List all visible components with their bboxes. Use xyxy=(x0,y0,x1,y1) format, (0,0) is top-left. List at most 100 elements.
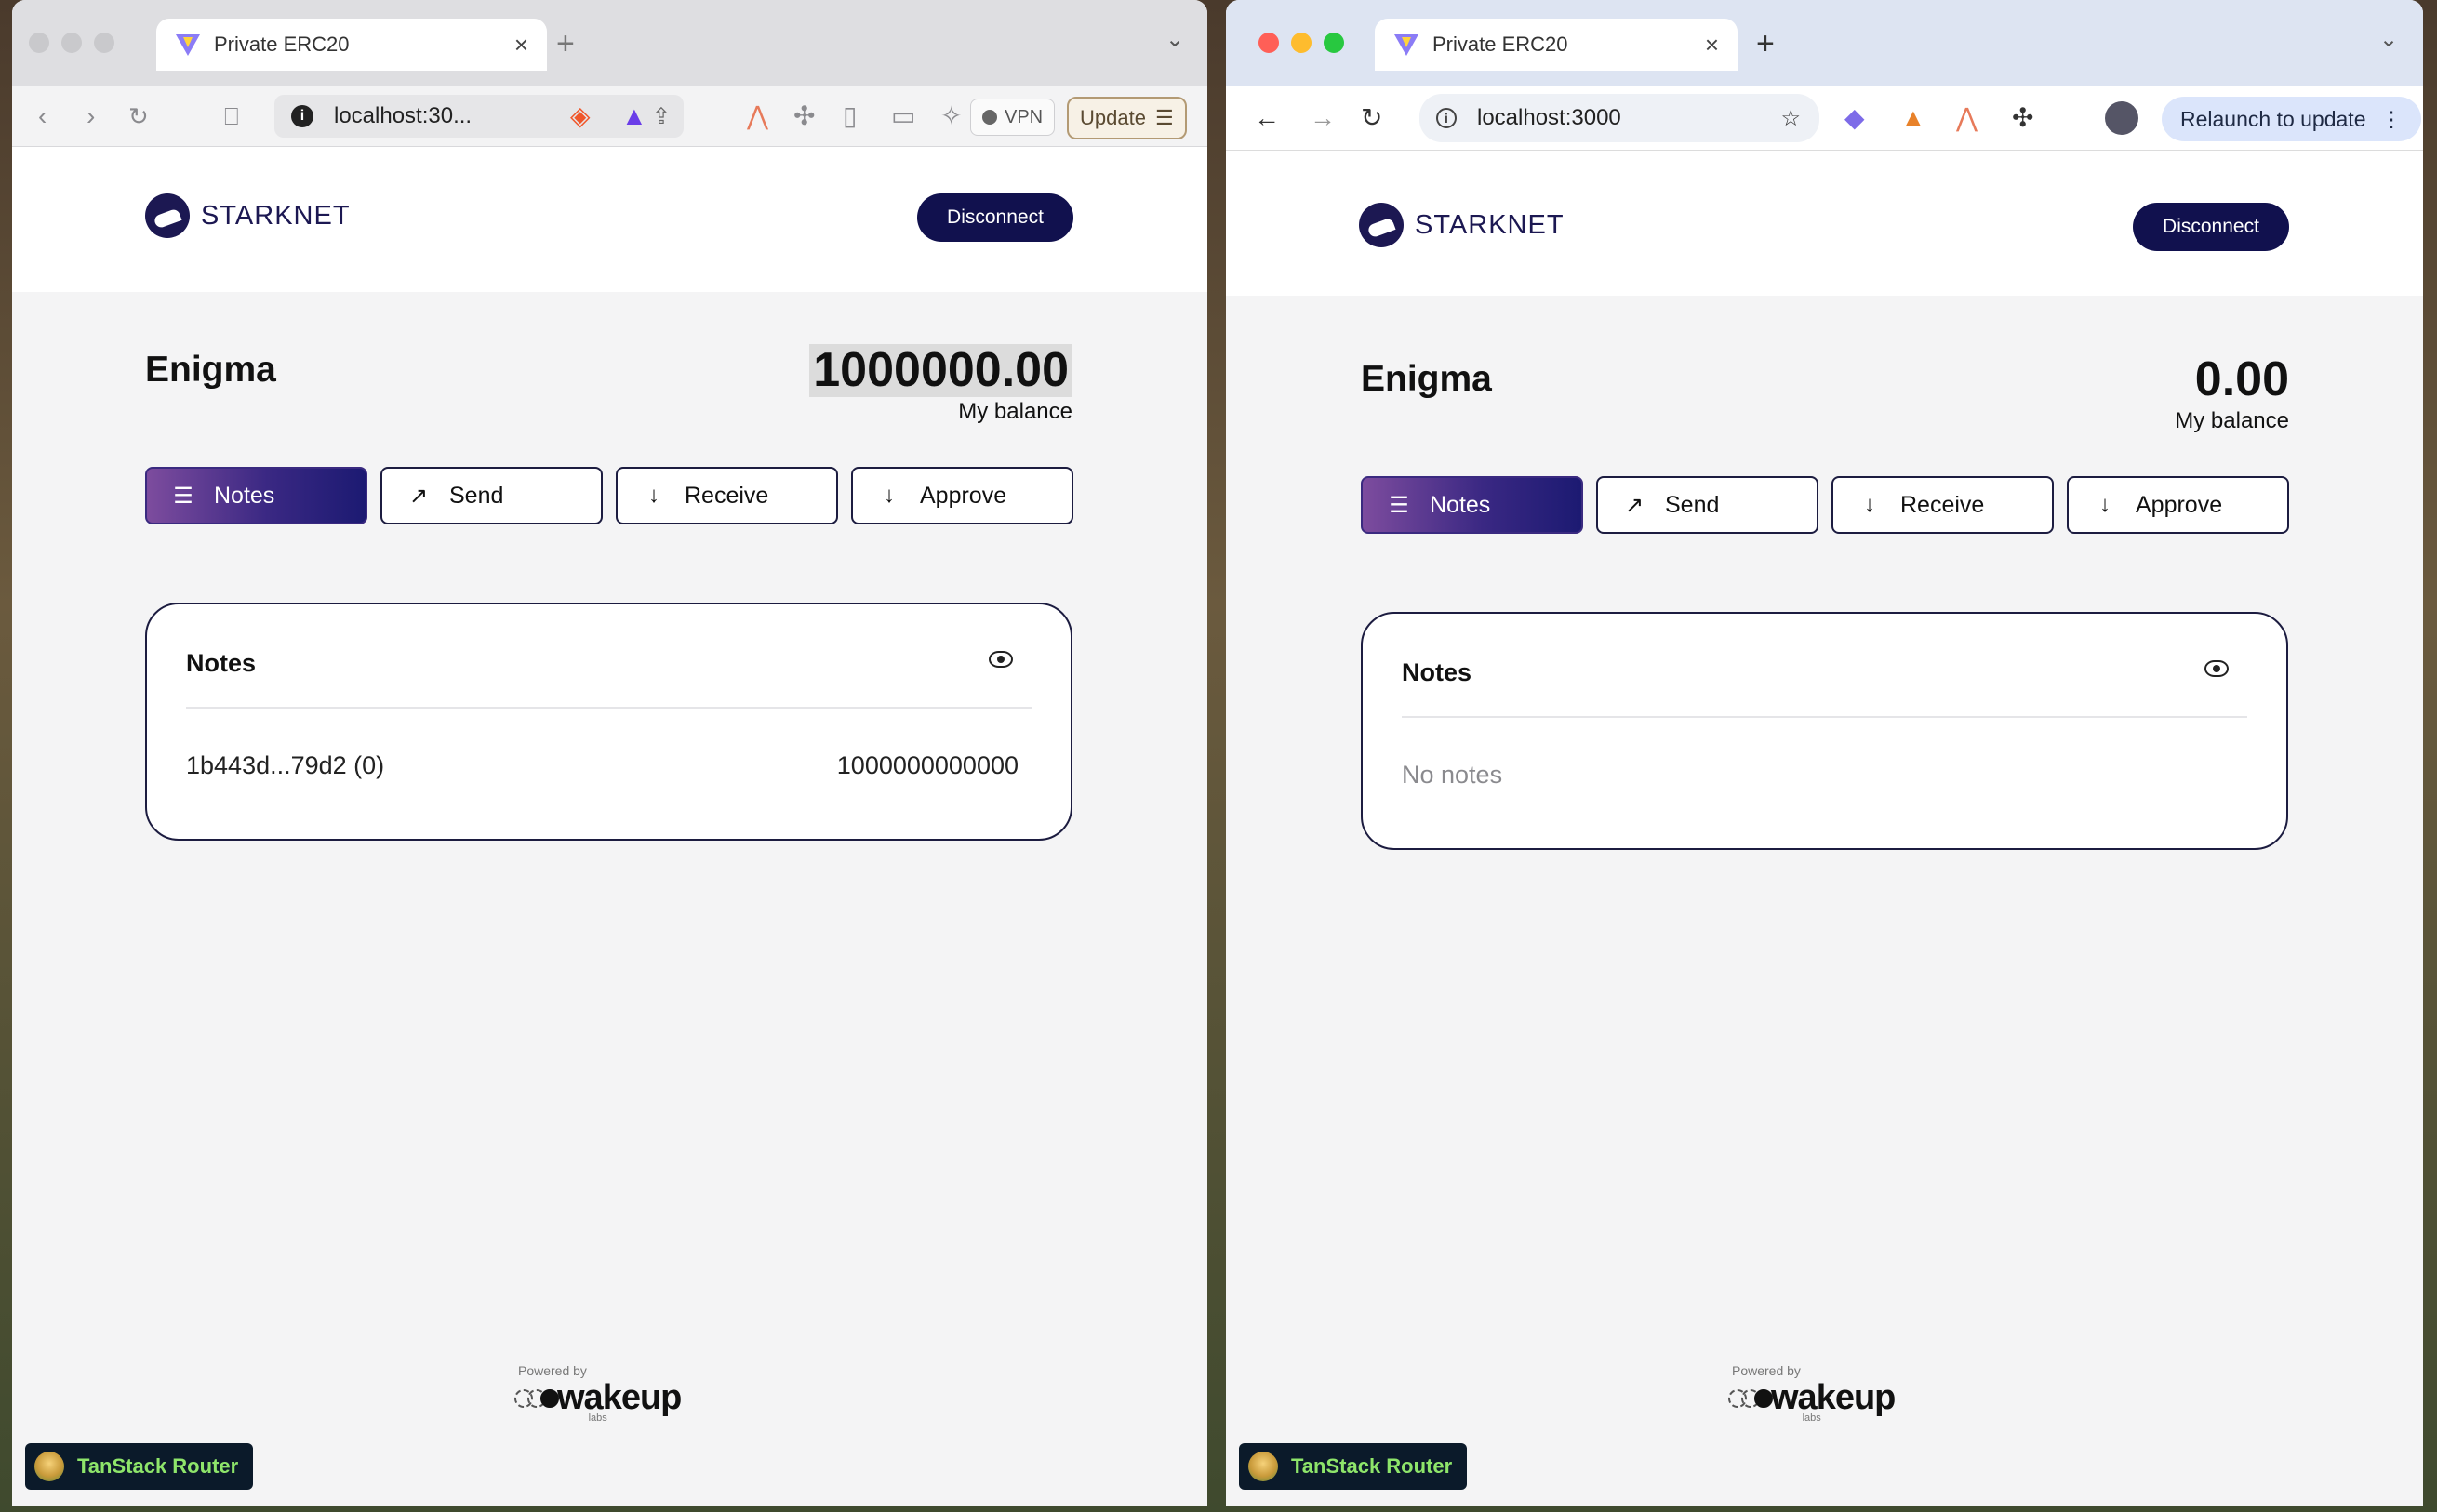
vite-icon xyxy=(1394,34,1418,56)
starknet-logo: STARKNET xyxy=(145,193,351,238)
zoom-window-button[interactable] xyxy=(1324,33,1344,53)
url-text: localhost:3000 xyxy=(1477,105,1621,130)
vpn-button[interactable]: VPN xyxy=(970,99,1056,136)
tab-receive[interactable]: ↓ Receive xyxy=(616,467,838,524)
brave-shields-icon[interactable]: ◈ xyxy=(570,102,591,129)
tab-search-chevron-icon[interactable]: ⌄ xyxy=(1165,26,1184,53)
arrow-up-right-icon: ↗ xyxy=(1624,492,1645,518)
eye-icon[interactable] xyxy=(989,651,1013,668)
extensions-puzzle-icon[interactable]: ✣ xyxy=(2012,104,2033,131)
browser-tab[interactable]: Private ERC20 × xyxy=(156,19,547,71)
app-header: STARKNET Disconnect xyxy=(1226,151,2423,296)
tanstack-logo-icon xyxy=(1248,1452,1278,1481)
tanstack-label: TanStack Router xyxy=(77,1454,239,1478)
tab-strip: Private ERC20 × + ⌄ xyxy=(1226,0,2423,86)
notes-card: Notes 1b443d...79d2 (0) 1000000000000 xyxy=(145,603,1072,841)
arrow-down-icon: ↓ xyxy=(1864,492,1875,517)
extension-icon[interactable]: ⋀ xyxy=(1956,104,1978,131)
notes-heading: Notes xyxy=(1402,658,1472,686)
reload-icon[interactable]: ↻ xyxy=(128,104,149,128)
update-menu-button[interactable]: Update ☰ xyxy=(1067,97,1187,139)
update-label: Update xyxy=(1080,106,1146,129)
brand-name: STARKNET xyxy=(1415,209,1565,240)
browser-tab[interactable]: Private ERC20 × xyxy=(1375,19,1738,71)
tanstack-label: TanStack Router xyxy=(1291,1454,1453,1478)
share-icon[interactable]: ⇪ xyxy=(652,103,671,130)
reload-icon[interactable]: ↻ xyxy=(1361,104,1382,131)
tab-approve[interactable]: ↓ Approve xyxy=(2067,476,2289,534)
close-window-button[interactable] xyxy=(29,33,49,53)
close-tab-icon[interactable]: × xyxy=(514,31,528,60)
profile-avatar[interactable] xyxy=(2105,100,2138,135)
new-tab-button[interactable]: + xyxy=(556,26,575,62)
notes-heading: Notes xyxy=(186,649,257,677)
new-tab-button[interactable]: + xyxy=(1756,26,1775,62)
extension-icon[interactable]: ◆ xyxy=(1844,104,1865,131)
site-info-icon[interactable]: i xyxy=(291,105,313,127)
forward-icon[interactable]: → xyxy=(1310,104,1336,131)
tab-receive[interactable]: ↓ Receive xyxy=(1831,476,2054,534)
url-text: localhost:30... xyxy=(334,103,473,128)
bookmark-star-icon[interactable]: ☆ xyxy=(1780,105,1801,132)
metamask-icon[interactable]: ▲ xyxy=(1900,104,1926,131)
balance-display: 1000000.00 My balance xyxy=(809,343,1072,425)
tab-notes[interactable]: ☰ Notes xyxy=(1361,476,1583,534)
window-controls xyxy=(1258,33,1344,53)
tab-approve-label: Approve xyxy=(2136,491,2223,518)
window-controls xyxy=(29,33,114,53)
balance-amount: 0.00 xyxy=(2194,352,2289,406)
tab-send[interactable]: ↗ Send xyxy=(1596,476,1818,534)
powered-by-label: Powered by xyxy=(1732,1363,1801,1378)
tab-send[interactable]: ↗ Send xyxy=(380,467,603,524)
close-tab-icon[interactable]: × xyxy=(1705,31,1719,60)
wakeup-rings-icon xyxy=(514,1388,559,1408)
powered-by-label: Powered by xyxy=(518,1363,587,1378)
back-icon[interactable]: ← xyxy=(1254,104,1280,131)
zoom-window-button[interactable] xyxy=(94,33,114,53)
tanstack-devtools-button[interactable]: TanStack Router xyxy=(25,1443,254,1490)
wallet-icon[interactable]: ▭ xyxy=(891,102,915,129)
wakeup-brand: wakeup xyxy=(557,1378,682,1417)
brave-rewards-icon[interactable]: ▲ xyxy=(621,102,647,129)
tanstack-devtools-button[interactable]: TanStack Router xyxy=(1239,1443,1468,1490)
tab-send-label: Send xyxy=(449,482,504,509)
page-title: Enigma xyxy=(1361,359,1492,399)
close-window-button[interactable] xyxy=(1258,33,1279,53)
tab-title: Private ERC20 xyxy=(1432,33,1568,56)
minimize-window-button[interactable] xyxy=(61,33,82,53)
list-icon: ☰ xyxy=(1389,492,1409,518)
tab-notes[interactable]: ☰ Notes xyxy=(145,467,367,524)
arrow-down-icon: ↓ xyxy=(648,483,659,508)
address-bar[interactable]: i localhost:3000 ☆ xyxy=(1419,94,1819,142)
tab-search-chevron-icon[interactable]: ⌄ xyxy=(2379,26,2398,53)
minimize-window-button[interactable] xyxy=(1291,33,1312,53)
tab-title: Private ERC20 xyxy=(214,33,350,56)
notes-card: Notes No notes xyxy=(1361,612,2288,850)
forward-icon[interactable]: › xyxy=(87,102,95,129)
tab-approve-label: Approve xyxy=(920,482,1007,509)
balance-display: 0.00 My balance xyxy=(2175,352,2289,434)
wakeup-brand: wakeup xyxy=(1771,1378,1896,1417)
bookmark-icon[interactable]: ⎕ xyxy=(224,104,239,128)
relaunch-update-button[interactable]: Relaunch to update ⋮ xyxy=(2162,97,2421,141)
tab-notes-label: Notes xyxy=(214,482,275,509)
disconnect-button[interactable]: Disconnect xyxy=(917,193,1073,242)
vite-icon xyxy=(176,34,200,56)
eye-icon[interactable] xyxy=(2204,660,2229,677)
powered-by: Powered by wakeup labs xyxy=(514,1363,682,1424)
tab-receive-label: Receive xyxy=(685,482,769,509)
page-viewport: STARKNET Disconnect Enigma 1000000.00 My… xyxy=(12,147,1207,1506)
sidebar-icon[interactable]: ▯ xyxy=(843,102,857,129)
toolbar: ← → ↻ i localhost:3000 ☆ ◆ ▲ ⋀ ✣ Relaunc… xyxy=(1226,86,2423,151)
back-icon[interactable]: ‹ xyxy=(38,102,47,129)
action-tabs: ☰ Notes ↗ Send ↓ Receive ↓ Approve xyxy=(1361,476,2289,534)
brand-name: STARKNET xyxy=(201,200,351,231)
site-info-icon[interactable]: i xyxy=(1436,108,1457,128)
extensions-puzzle-icon[interactable]: ✣ xyxy=(793,102,815,129)
tab-approve[interactable]: ↓ Approve xyxy=(851,467,1073,524)
disconnect-button[interactable]: Disconnect xyxy=(2133,203,2289,251)
starknet-logo: STARKNET xyxy=(1359,203,1565,247)
note-id: 1b443d...79d2 (0) xyxy=(186,751,385,779)
extension-icon[interactable]: ⋀ xyxy=(747,102,768,129)
leo-ai-icon[interactable]: ✧ xyxy=(940,102,962,129)
